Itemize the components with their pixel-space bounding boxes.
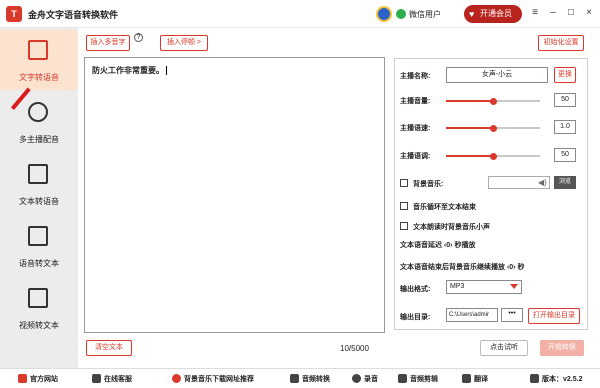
audio-convert-icon [290,374,299,383]
editor-text: 防火工作非常重要。 [92,66,164,75]
slider-thumb[interactable] [489,97,497,105]
clear-text-button[interactable]: 清空文本 [86,340,132,356]
version-text: 版本：v2.5.2 [542,376,583,383]
loop-checkbox[interactable] [400,202,408,210]
translate-icon [462,374,471,383]
app-title: 金舟文字语音转换软件 [28,10,119,20]
record-icon [352,374,361,383]
browse-button[interactable]: 浏览 [554,176,576,189]
official-site-link[interactable]: 官方网站 [30,374,58,384]
close-icon[interactable]: × [584,8,594,18]
pitch-label: 主播语调: [400,153,431,160]
title-bar: T 金舟文字语音转换软件 微信用户 ♥ 开通会员 ≡ – □ × [0,0,600,28]
footer: 官方网站 在线客服 背景音乐下载网址推荐 音频转换 录音 音频剪辑 翻译 版本：… [0,368,600,388]
delay-setting[interactable]: 文本语音延迟 ‹0› 秒播放 [400,240,475,250]
translate-link[interactable]: 翻译 [474,374,488,384]
dir-label: 输出目录: [400,314,431,321]
sidebar-item-label: 视频转文本 [19,321,59,330]
online-service-link[interactable]: 在线客服 [104,374,132,384]
document-icon [28,164,48,184]
format-select[interactable]: MP3 [446,280,522,294]
lower-bgm-checkbox[interactable] [400,222,408,230]
init-settings-button[interactable]: 初始化设置 [538,35,584,51]
volume-slider[interactable] [446,97,540,105]
slider-thumb[interactable] [489,152,497,160]
preview-button[interactable]: 点击试听 [480,340,528,356]
speed-slider[interactable] [446,124,540,132]
sidebar-item-video-to-text[interactable]: 视频转文本 [0,278,78,338]
music-icon [172,374,181,383]
sidebar-item-text-to-speech[interactable]: 文字转语音 [0,30,78,90]
text-editor[interactable]: 防火工作非常重要。 [84,57,385,333]
after-play-setting[interactable]: 文本语音结束后背景音乐继续播放 ‹0› 秒 [400,262,524,272]
volume-value[interactable]: 50 [554,93,576,107]
sidebar-item-speech-to-text[interactable]: 语音转文本 [0,216,78,276]
editor-content[interactable]: 防火工作非常重要。 [92,65,167,76]
pitch-slider[interactable] [446,152,540,160]
version-icon [530,374,539,383]
sidebar: 文字转语音 多主播配音 文本转语音 语音转文本 视频转文本 [0,28,78,368]
chevron-down-icon [510,284,518,289]
record-link[interactable]: 录音 [364,374,378,384]
insert-polyphone-button[interactable]: 插入多音字 [86,35,130,51]
change-voice-button[interactable]: 更换 [554,67,576,83]
vip-label: 开通会员 [480,9,512,18]
wechat-icon [396,9,406,19]
website-icon [18,374,27,383]
speed-value[interactable]: 1.0 [554,120,576,134]
pitch-value[interactable]: 50 [554,148,576,162]
voice-field[interactable]: 女声-小云 [446,67,548,83]
avatar[interactable] [376,6,392,22]
speed-label: 主播语速: [400,125,431,132]
loop-label: 音乐循环至文本结束 [413,204,476,211]
open-dir-button[interactable]: 打开输出目录 [528,308,580,324]
sidebar-item-label: 文本转语音 [19,197,59,206]
voice-label: 主播名称: [400,73,431,80]
minimize-icon[interactable]: – [548,8,558,18]
menu-icon[interactable]: ≡ [530,8,540,18]
sidebar-item-label: 多主播配音 [19,135,59,144]
user-name[interactable]: 微信用户 [409,9,441,20]
text-to-speech-icon [28,40,48,60]
text-caret [166,66,167,76]
user-add-icon [28,102,48,122]
lower-bgm-label: 文本朗读时背景音乐小声 [413,224,490,231]
char-counter: 10/5000 [340,344,369,353]
speech-to-text-icon [28,226,48,246]
vip-button[interactable]: ♥ 开通会员 [464,5,522,23]
help-icon[interactable]: ? [134,33,143,42]
sidebar-item-text-speech[interactable]: 文本转语音 [0,154,78,214]
output-dir-field[interactable]: C:\Users\admir [446,308,498,322]
bgm-label: 背景音乐: [413,181,444,188]
app-logo-icon: T [6,6,22,22]
volume-label: 主播音量: [400,98,431,105]
headset-icon [92,374,101,383]
insert-pause-button[interactable]: 插入停顿 > [160,35,208,51]
bgm-checkbox[interactable] [400,179,408,187]
slider-thumb[interactable] [489,124,497,132]
sidebar-item-multi-anchor[interactable]: 多主播配音 [0,92,78,152]
sidebar-item-label: 文字转语音 [19,73,59,82]
convert-button[interactable]: 开始转换 [540,340,584,356]
volume-icon[interactable]: ◀) [538,178,547,187]
heart-icon: ♥ [469,9,475,19]
audio-edit-link[interactable]: 音频剪辑 [410,374,438,384]
bgm-site-link[interactable]: 背景音乐下载网址推荐 [184,374,254,384]
audio-convert-link[interactable]: 音频转换 [302,374,330,384]
choose-dir-button[interactable]: ••• [501,308,523,322]
sidebar-item-label: 语音转文本 [19,259,59,268]
audio-edit-icon [398,374,407,383]
video-icon [28,288,48,308]
maximize-icon[interactable]: □ [566,8,576,18]
format-value: MP3 [450,283,465,290]
format-label: 输出格式: [400,286,431,293]
